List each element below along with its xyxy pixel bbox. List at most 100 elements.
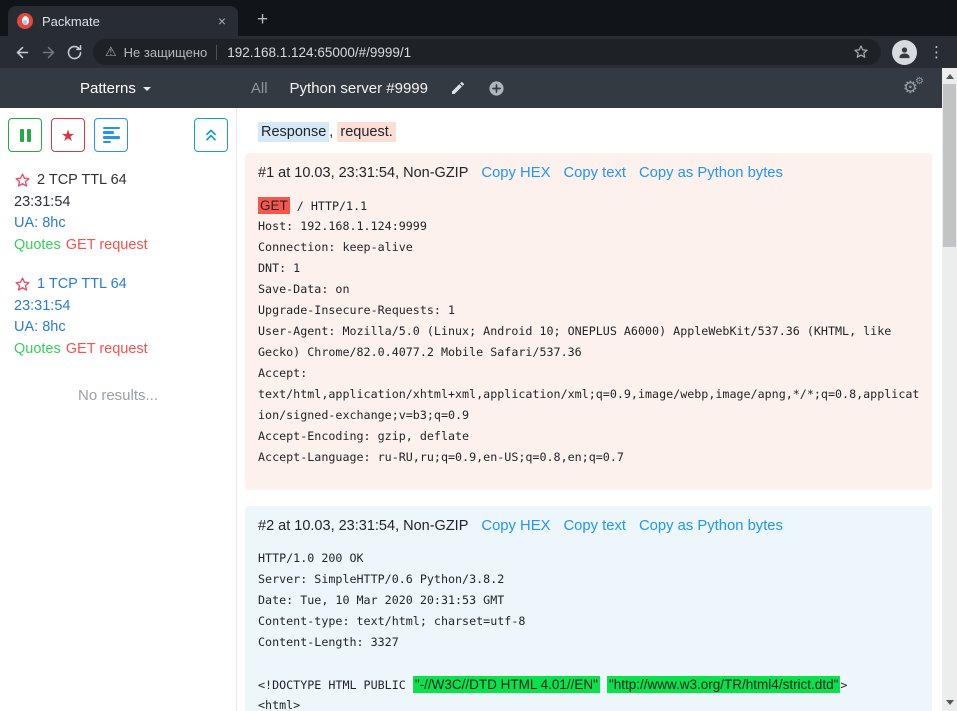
tab-python-server[interactable]: Python server #9999 [290,80,428,97]
pattern-match-highlight: "http://www.w3.org/TR/html4/strict.dtd" [607,676,840,693]
close-tab-icon[interactable]: × [215,13,229,29]
gear-small-icon: ⚙ [915,77,924,87]
packet-line: Connection: keep-alive [258,237,921,258]
reload-icon[interactable] [61,39,87,65]
add-channel-icon[interactable] [488,80,505,97]
sidebar-toolbar: ★ [8,118,228,152]
packet-body: HTTP/1.0 200 OKServer: SimpleHTTP/0.6 Py… [258,548,921,711]
packet-legend: Response, request. [258,124,932,140]
vertical-scrollbar[interactable] [942,68,957,711]
browser-menu-icon[interactable]: ⋮ [925,43,948,61]
collapse-sidebar-button[interactable] [194,118,228,152]
packet-line: Gecko) Chrome/82.0.4077.2 Mobile Safari/… [258,342,921,363]
stream-tag: GET request [66,341,148,357]
packet-line: Save-Data: on [258,279,921,300]
packet-line: Accept-Encoding: gzip, deflate [258,426,921,447]
packet-line: <!DOCTYPE HTML PUBLIC "-//W3C//DTD HTML … [258,674,921,695]
new-tab-button[interactable]: + [257,10,268,29]
stream-time: 23:31:54 [14,296,222,318]
tab-all[interactable]: All [251,80,268,97]
legend-segment: Response [258,122,329,142]
stream-tag: Quotes [14,341,61,357]
packet-title: #2 at 10.03, 23:31:54, Non-GZIP [258,518,468,534]
security-warning-icon[interactable]: ⚠ [105,45,117,60]
packet-line: DNT: 1 [258,258,921,279]
stream-tags: Quotes GET request [14,339,222,361]
app-navbar: Patterns All Python server #9999 ⚙ ⚙ [0,68,942,108]
packet-list: #1 at 10.03, 23:31:54, Non-GZIP Copy HEX… [245,153,932,711]
packet-line: User-Agent: Mozilla/5.0 (Linux; Android … [258,321,921,342]
packmate-favicon-icon [17,13,33,29]
packet-line: Host: 192.168.1.124:9999 [258,216,921,237]
url-text[interactable]: 192.168.1.124:65000/#/9999/1 [227,45,853,60]
browser-tab[interactable]: Packmate × [8,6,238,36]
packet-body: GET / HTTP/1.1Host: 192.168.1.124:9999Co… [258,195,921,468]
filters-button[interactable] [94,118,128,152]
channel-tabs: All Python server #9999 [251,80,505,97]
packet-title: #1 at 10.03, 23:31:54, Non-GZIP [258,165,468,181]
stream-tags: Quotes GET request [14,235,222,257]
scroll-up-arrow-icon[interactable] [946,74,954,79]
pattern-match-highlight: GET [258,197,290,214]
packet-block: #2 at 10.03, 23:31:54, Non-GZIP Copy HEX… [245,506,932,711]
packet-line [258,653,921,674]
packet-line: <html> [258,695,921,711]
stream-user-agent: UA: 8hc [14,317,222,339]
packet-line: Content-type: text/html; charset=utf-8 [258,611,921,632]
copy-action-link[interactable]: Copy as Python bytes [639,165,783,181]
stream-title: 2 TCP TTL 64 [37,170,127,192]
packet-block: #1 at 10.03, 23:31:54, Non-GZIP Copy HEX… [245,153,932,490]
url-divider [216,45,217,60]
packet-line: Accept-Language: ru-RU,ru;q=0.9,en-US;q=… [258,447,921,468]
copy-action-link[interactable]: Copy text [563,518,626,534]
browser-tab-strip: Packmate × + [0,0,957,36]
pause-capture-button[interactable] [8,118,42,152]
copy-action-link[interactable]: Copy HEX [481,518,550,534]
stream-list-item[interactable]: 1 TCP TTL 64 23:31:54 UA: 8hc Quotes GET … [8,274,228,360]
stream-title: 1 TCP TTL 64 [37,274,127,296]
stream-list: 2 TCP TTL 64 23:31:54 UA: 8hc Quotes GET … [8,170,228,360]
copy-action-link[interactable]: Copy HEX [481,165,550,181]
packet-line: Upgrade-Insecure-Requests: 1 [258,300,921,321]
star-outline-icon[interactable] [14,276,31,293]
stream-tag: Quotes [14,237,61,253]
scroll-down-arrow-icon[interactable] [946,700,954,705]
stream-sidebar: ★ 2 TCP TTL 64 23:31:54 UA: 8hc Quotes GE… [0,108,237,711]
stream-detail: Response, request. #1 at 10.03, 23:31:54… [237,108,942,711]
url-bar[interactable]: ⚠ Не защищено 192.168.1.124:65000/#/9999… [93,39,881,65]
packet-line: GET / HTTP/1.1 [258,195,921,216]
edit-pencil-icon[interactable] [450,80,466,96]
page-body: ★ 2 TCP TTL 64 23:31:54 UA: 8hc Quotes GE… [0,108,942,711]
packet-line: HTTP/1.0 200 OK [258,548,921,569]
patterns-menu-label: Patterns [80,80,136,97]
stream-time: 23:31:54 [14,192,222,214]
bookmark-star-icon[interactable] [853,44,869,60]
star-outline-icon[interactable] [14,172,31,189]
packet-header: #2 at 10.03, 23:31:54, Non-GZIP Copy HEX… [258,518,921,534]
packet-line: Content-Length: 3327 [258,632,921,653]
copy-action-link[interactable]: Copy text [563,165,626,181]
profile-avatar[interactable] [892,40,917,65]
security-label: Не защищено [124,45,208,60]
forward-icon[interactable] [35,39,61,65]
patterns-menu[interactable]: Patterns [80,80,151,97]
packet-line: Accept: [258,363,921,384]
settings-gears-icon[interactable]: ⚙ ⚙ [903,80,918,97]
packet-actions: Copy HEX Copy text Copy as Python bytes [468,165,783,181]
browser-toolbar: ⚠ Не защищено 192.168.1.124:65000/#/9999… [0,36,957,68]
browser-tab-title: Packmate [42,14,215,29]
packet-header: #1 at 10.03, 23:31:54, Non-GZIP Copy HEX… [258,165,921,181]
no-results-text: No results... [8,387,228,404]
copy-action-link[interactable]: Copy as Python bytes [639,518,783,534]
legend-segment: request. [337,122,395,142]
favorites-filter-button[interactable]: ★ [51,118,85,152]
packet-actions: Copy HEX Copy text Copy as Python bytes [468,518,783,534]
stream-list-item[interactable]: 2 TCP TTL 64 23:31:54 UA: 8hc Quotes GET … [8,170,228,256]
stream-tag: GET request [66,237,148,253]
packet-line: text/html,application/xhtml+xml,applicat… [258,384,921,405]
pattern-match-highlight: "-//W3C//DTD HTML 4.01//EN" [413,676,600,693]
packet-line: Date: Tue, 10 Mar 2020 20:31:53 GMT [258,590,921,611]
scrollbar-thumb[interactable] [943,84,956,247]
stream-user-agent: UA: 8hc [14,213,222,235]
back-icon[interactable] [9,39,35,65]
